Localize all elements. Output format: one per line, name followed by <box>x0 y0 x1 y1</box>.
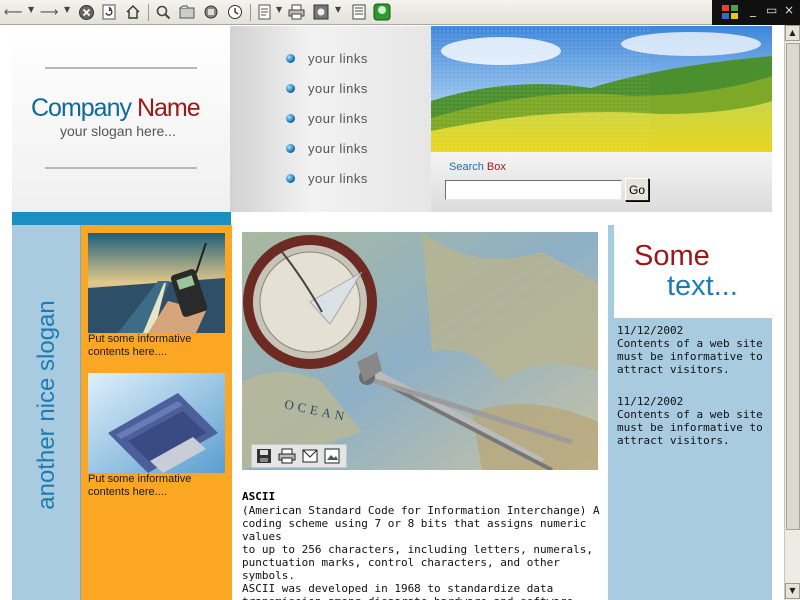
vertical-scrollbar[interactable]: ▲ ▼ <box>784 25 800 600</box>
scroll-down-icon[interactable]: ▼ <box>785 583 800 599</box>
edit-icon[interactable] <box>256 3 274 21</box>
sidebar-card-caption: Put some informative contents here.... <box>88 473 192 498</box>
header-landscape-image <box>431 26 772 152</box>
bullet-icon <box>286 144 295 153</box>
image-toolbar <box>251 444 347 492</box>
save-icon[interactable] <box>256 448 272 464</box>
article-title: ASCII <box>242 490 276 503</box>
nav-link-2[interactable]: your links <box>286 81 368 96</box>
sidebar-card-caption: Put some informative contents here.... <box>88 333 192 358</box>
browser-toolbar: ⟵ ▼ ⟶ ▼ ▼ ▼ _ ▭ × <box>0 0 800 25</box>
home-icon[interactable] <box>124 3 142 21</box>
back-dropdown-icon[interactable]: ▼ <box>28 5 34 14</box>
floppy-disk-photo[interactable] <box>88 373 225 473</box>
page-right-margin <box>772 25 784 600</box>
page-left-margin <box>0 25 12 600</box>
mail-icon[interactable] <box>302 449 318 463</box>
divider-line <box>45 167 197 169</box>
media-icon[interactable] <box>202 3 220 21</box>
favorites-icon[interactable] <box>178 3 196 21</box>
news-heading-line2: text... <box>667 270 738 302</box>
phone-road-photo[interactable] <box>88 233 225 333</box>
nav-link-1[interactable]: your links <box>286 51 368 66</box>
refresh-icon[interactable] <box>100 3 118 21</box>
nav-link-label: your links <box>308 51 368 66</box>
nav-links-panel: your links your links your links your li… <box>230 26 431 212</box>
edit-dropdown-icon[interactable]: ▼ <box>276 5 282 14</box>
news-heading-box: Some text... <box>614 225 773 318</box>
window-controls: _ ▭ × <box>712 0 800 25</box>
forward-dropdown-icon[interactable]: ▼ <box>64 5 70 14</box>
bullet-icon <box>286 84 295 93</box>
vertical-slogan: another nice slogan <box>12 225 81 600</box>
company-name[interactable]: Company Name <box>31 94 201 123</box>
scrollbar-thumb[interactable] <box>786 43 800 530</box>
company-slogan: your slogan here... <box>60 123 176 139</box>
bullet-icon <box>286 174 295 183</box>
nav-link-4[interactable]: your links <box>286 141 368 156</box>
close-icon[interactable]: × <box>784 3 794 17</box>
news-text: Contents of a web site must be informati… <box>617 408 763 447</box>
nav-link-label: your links <box>308 171 368 186</box>
forward-icon[interactable]: ⟶ <box>40 3 59 21</box>
header-spacer <box>231 212 772 225</box>
nav-link-3[interactable]: your links <box>286 111 368 126</box>
company-name-second: Name <box>136 94 201 122</box>
windows-logo-icon <box>722 5 738 19</box>
search-input[interactable] <box>445 180 622 200</box>
logo-panel: Company Name your slogan here... <box>12 26 230 212</box>
company-name-first: Company <box>31 94 132 122</box>
minimize-icon[interactable]: _ <box>750 3 756 17</box>
bullet-icon <box>286 54 295 63</box>
news-heading-line1: Some <box>634 240 710 272</box>
sidebar-column: Put some informative contents here.... P… <box>81 225 232 600</box>
news-text: Contents of a web site must be informati… <box>617 337 763 376</box>
pro-icon[interactable] <box>373 3 391 21</box>
toolbar-divider <box>148 4 149 21</box>
back-icon[interactable]: ⟵ <box>4 3 23 21</box>
search-label-first: Search <box>449 161 484 173</box>
restore-icon[interactable]: ▭ <box>766 3 777 17</box>
search-panel: Search Box Go <box>431 152 772 212</box>
compass-map-photo: OCEAN <box>242 232 598 470</box>
discuss-dropdown-icon[interactable]: ▼ <box>335 5 341 14</box>
news-item: 11/12/2002 Contents of a web site must b… <box>617 324 767 376</box>
nav-link-label: your links <box>308 111 368 126</box>
nav-link-label: your links <box>308 81 368 96</box>
vertical-slogan-text: another nice slogan <box>33 300 60 510</box>
news-item: 11/12/2002 Contents of a web site must b… <box>617 395 767 447</box>
print-icon[interactable] <box>278 448 296 464</box>
go-button[interactable]: Go <box>625 178 649 201</box>
print-icon[interactable] <box>287 3 305 21</box>
news-date: 11/12/2002 <box>617 395 684 408</box>
divider-line <box>45 67 197 69</box>
article-body: (American Standard Code for Information … <box>242 504 600 600</box>
news-date: 11/12/2002 <box>617 324 684 337</box>
toolbar-divider <box>250 4 251 21</box>
stop-icon[interactable] <box>77 3 95 21</box>
nav-link-5[interactable]: your links <box>286 171 368 186</box>
history-icon[interactable] <box>226 3 244 21</box>
nav-link-label: your links <box>308 141 368 156</box>
discuss-icon[interactable] <box>312 3 330 21</box>
search-icon[interactable] <box>154 3 172 21</box>
search-label: Search Box <box>449 161 506 173</box>
scroll-up-icon[interactable]: ▲ <box>785 25 800 41</box>
gallery-icon[interactable] <box>324 448 340 464</box>
search-label-second: Box <box>486 161 506 173</box>
header-accent-bar <box>12 212 231 225</box>
news-column: Some text... 11/12/2002 Contents of a we… <box>607 225 773 600</box>
main-content: OCEAN ASCII (American Standard Code for … <box>232 225 607 600</box>
slogan-column: another nice slogan <box>12 225 81 600</box>
messenger-icon[interactable] <box>350 3 368 21</box>
bullet-icon <box>286 114 295 123</box>
